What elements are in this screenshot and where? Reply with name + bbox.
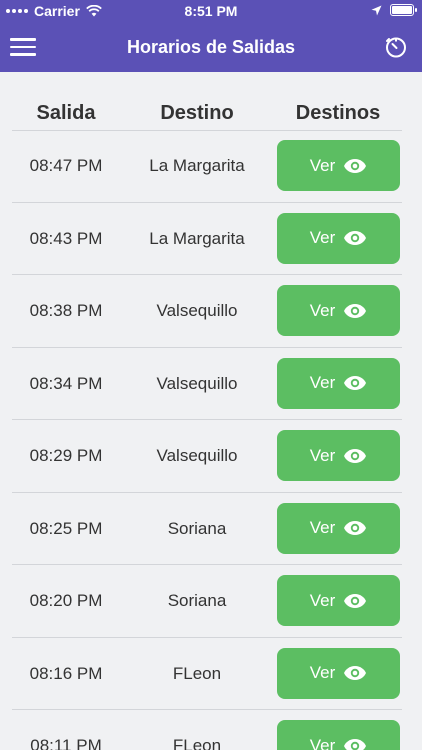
destination-name: Valsequillo — [156, 301, 238, 320]
schedule-content: Salida Destino Destinos 08:47 PM La Marg… — [0, 72, 422, 750]
nav-bar: Horarios de Salidas — [0, 22, 422, 72]
eye-icon — [344, 666, 367, 680]
departure-time: 08:16 PM — [29, 663, 103, 683]
table-row: 08:29 PM Valsequillo Ver — [12, 420, 402, 493]
header-destino: Destino — [160, 102, 234, 124]
departure-time: 08:20 PM — [29, 591, 103, 610]
header-salida: Salida — [36, 102, 96, 124]
ver-button[interactable]: Ver — [277, 285, 400, 336]
eye-icon — [344, 376, 367, 390]
table-row: 08:43 PM La Margarita Ver — [12, 203, 402, 275]
departure-time: 08:47 PM — [29, 156, 103, 175]
table-row: 08:25 PM Soriana Ver — [12, 493, 402, 565]
destination-name: Valsequillo — [156, 446, 238, 465]
eye-icon — [344, 521, 367, 535]
table-row: 08:11 PM FLeon Ver — [12, 710, 402, 750]
destination-name: La Margarita — [149, 228, 245, 248]
status-bar: Carrier 8:51 PM — [0, 0, 422, 22]
table-row: 08:47 PM La Margarita Ver — [12, 130, 402, 203]
destination-name: Soriana — [167, 518, 227, 538]
ver-button-label: Ver — [309, 735, 336, 750]
table-row: 08:34 PM Valsequillo Ver — [12, 348, 402, 420]
timer-icon[interactable] — [384, 35, 408, 59]
ver-button[interactable]: Ver — [277, 430, 400, 481]
page-title: Horarios de Salidas — [126, 37, 296, 57]
eye-icon — [344, 593, 367, 608]
eye-icon — [344, 231, 367, 245]
location-arrow-icon — [371, 5, 382, 15]
ver-button[interactable]: Ver — [277, 647, 400, 699]
status-time: 8:51 PM — [184, 3, 238, 19]
ver-button[interactable]: Ver — [277, 575, 400, 626]
destination-name: FLeon — [172, 736, 222, 750]
table-row: 08:20 PM Soriana Ver — [12, 565, 402, 638]
ver-button-label: Ver — [309, 445, 336, 465]
destination-name: Soriana — [167, 591, 227, 610]
eye-icon — [344, 448, 367, 463]
departure-time: 08:38 PM — [29, 301, 103, 320]
header-destinos: Destinos — [295, 102, 381, 124]
departure-time: 08:29 PM — [29, 446, 103, 465]
ver-button[interactable]: Ver — [277, 720, 400, 750]
ver-button[interactable]: Ver — [277, 357, 400, 409]
ver-button-label: Ver — [309, 518, 336, 537]
ver-button-label: Ver — [309, 155, 336, 175]
departure-time: 08:34 PM — [29, 373, 103, 393]
ver-button-label: Ver — [309, 590, 336, 610]
ver-button[interactable]: Ver — [277, 140, 400, 191]
table-header: Salida Destino Destinos — [12, 102, 402, 131]
destination-name: FLeon — [172, 663, 222, 683]
ver-button-label: Ver — [309, 300, 336, 320]
destination-name: La Margarita — [149, 156, 245, 175]
departure-time: 08:43 PM — [29, 228, 103, 248]
table-row: 08:16 PM FLeon Ver — [12, 638, 402, 710]
departure-time: 08:25 PM — [29, 518, 103, 538]
eye-icon — [344, 738, 367, 750]
status-right — [371, 4, 417, 16]
ver-button[interactable]: Ver — [277, 502, 400, 554]
ver-button-label: Ver — [309, 373, 336, 392]
eye-icon — [344, 158, 367, 173]
ver-button[interactable]: Ver — [277, 212, 400, 264]
ver-button-label: Ver — [309, 663, 336, 682]
table-row: 08:38 PM Valsequillo Ver — [12, 275, 402, 348]
eye-icon — [344, 303, 367, 318]
departure-time: 08:11 PM — [30, 736, 102, 750]
battery-icon — [390, 4, 417, 16]
ver-button-label: Ver — [309, 228, 336, 247]
destination-name: Valsequillo — [156, 373, 238, 393]
schedule-list: 08:47 PM La Margarita Ver 08:43 PM La Ma… — [12, 130, 402, 750]
